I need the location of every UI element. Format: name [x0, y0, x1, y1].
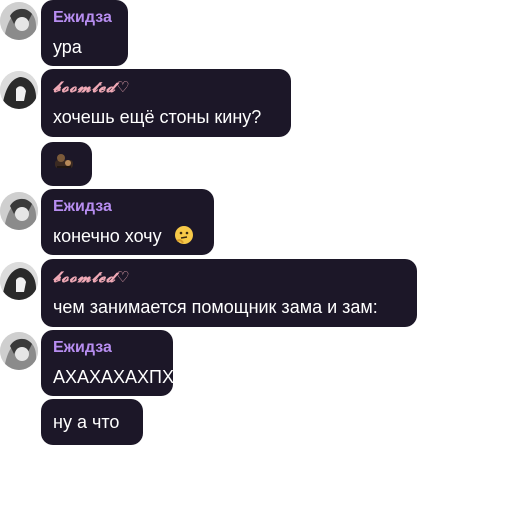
message-text: ура	[53, 37, 82, 57]
message-text: чем занимается помощник зама и зам:	[53, 297, 378, 317]
thinking-face-icon	[175, 226, 193, 244]
message-text: конечно хочу	[53, 226, 162, 246]
message-bubble[interactable]: Ежидза конечно хочу	[41, 189, 214, 255]
sender-name[interactable]: Ежидза	[53, 8, 112, 28]
message-bubble[interactable]: 𝓫𝓸𝓸𝓶𝓽𝓮𝓭♡ чем занимается помощник зама и …	[41, 259, 417, 327]
message-bubble[interactable]: 𝓫𝓸𝓸𝓶𝓽𝓮𝓭♡ хочешь ещё стоны кину?	[41, 69, 291, 137]
message-bubble[interactable]: ну а что	[41, 399, 143, 445]
avatar-ezhidza[interactable]	[0, 2, 38, 40]
message-text: хочешь ещё стоны кину?	[53, 107, 262, 127]
message-text: ну а что	[53, 412, 120, 432]
sender-name[interactable]: Ежидза	[53, 338, 112, 358]
sticker-bubble[interactable]	[41, 142, 92, 186]
message-bubble[interactable]: Ежидза ура	[41, 0, 128, 66]
sender-name[interactable]: 𝓫𝓸𝓸𝓶𝓽𝓮𝓭♡	[53, 77, 130, 97]
avatar-ezhidza[interactable]	[0, 192, 38, 230]
dark-sticker-icon	[55, 154, 73, 168]
avatar-ezhidza[interactable]	[0, 332, 38, 370]
message-text: АХАХАХАХПХ	[53, 367, 174, 387]
avatar-boomted[interactable]	[0, 71, 38, 109]
chat-log: Ежидза ура 𝓫𝓸𝓸𝓶𝓽𝓮𝓭♡ хочешь ещё стоны кин…	[0, 0, 512, 512]
sender-name[interactable]: Ежидза	[53, 197, 112, 217]
avatar-boomted[interactable]	[0, 262, 38, 300]
message-bubble[interactable]: Ежидза АХАХАХАХПХ	[41, 330, 174, 396]
sender-name[interactable]: 𝓫𝓸𝓸𝓶𝓽𝓮𝓭♡	[53, 267, 130, 287]
